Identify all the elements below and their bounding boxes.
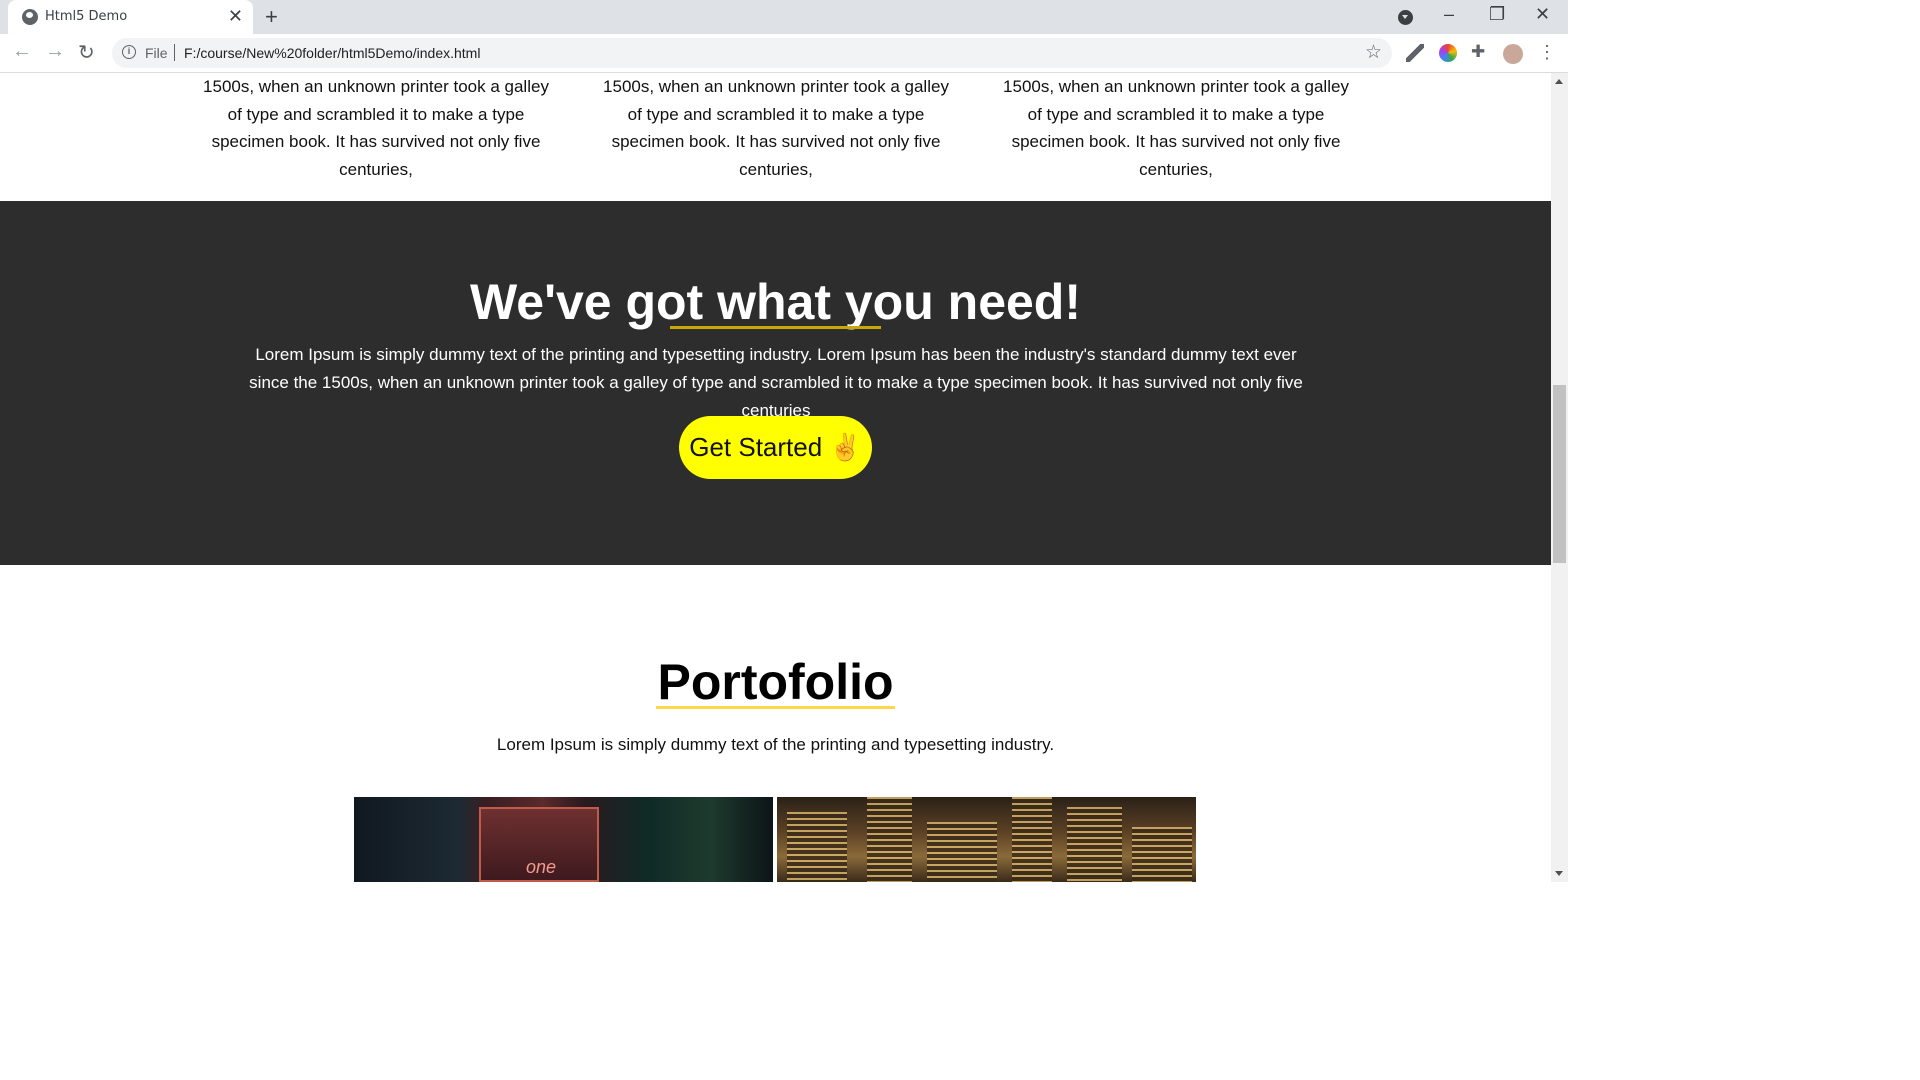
restore-icon[interactable]: ❐: [1489, 4, 1505, 25]
profile-avatar[interactable]: [1503, 44, 1523, 64]
portfolio-image-neon-street[interactable]: one: [354, 797, 773, 882]
cta-heading-underline: [670, 326, 881, 329]
scroll-up-arrow-icon[interactable]: [1555, 79, 1563, 84]
extensions-puzzle-icon[interactable]: ✚: [1471, 42, 1489, 61]
color-picker-extension-icon[interactable]: [1439, 44, 1457, 62]
tab-strip: Html5 Demo ✕ + – ❐ ✕: [0, 0, 1568, 34]
tab-title: Html5 Demo: [45, 9, 128, 24]
portfolio-heading-underline: [656, 706, 895, 709]
address-separator: [174, 44, 175, 61]
eyedropper-extension-icon[interactable]: [1406, 44, 1424, 62]
building: [867, 797, 912, 882]
browser-toolbar: ← → ↻ i File F:/course/New%20folder/html…: [0, 34, 1568, 73]
browser-menu-icon[interactable]: ⋮: [1538, 42, 1556, 62]
reload-icon[interactable]: ↻: [78, 40, 95, 65]
portfolio-image-city-night[interactable]: [777, 797, 1196, 882]
tab-search-icon[interactable]: [1398, 10, 1413, 25]
page-scrollbar[interactable]: [1551, 73, 1568, 882]
forward-icon[interactable]: →: [45, 40, 65, 63]
building: [1132, 827, 1192, 882]
globe-icon: [22, 9, 38, 25]
portfolio-subtitle: Lorem Ipsum is simply dummy text of the …: [496, 735, 1055, 754]
scroll-down-arrow-icon[interactable]: [1555, 871, 1563, 876]
feature-text-1: 1500s, when an unknown printer took a ga…: [203, 77, 549, 179]
cta-body: Lorem Ipsum is simply dummy text of the …: [249, 345, 1303, 420]
new-tab-icon[interactable]: +: [265, 4, 278, 30]
building: [787, 812, 847, 882]
scrollbar-thumb[interactable]: [1553, 385, 1566, 563]
portfolio-section: Portofolio Lorem Ipsum is simply dummy t…: [0, 565, 1551, 882]
building: [1067, 807, 1122, 882]
feature-text-3: 1500s, when an unknown printer took a ga…: [1003, 77, 1349, 179]
bookmark-star-icon[interactable]: ☆: [1365, 41, 1382, 64]
get-started-button[interactable]: Get Started ✌: [679, 416, 872, 479]
page-viewport: 1500s, when an unknown printer took a ga…: [0, 73, 1551, 882]
cta-heading: We've got what you need!: [469, 274, 1082, 330]
back-icon[interactable]: ←: [12, 40, 32, 63]
info-icon[interactable]: i: [122, 45, 136, 59]
portfolio-heading: Portofolio: [657, 654, 894, 710]
feature-text-2: 1500s, when an unknown printer took a ga…: [603, 77, 949, 179]
building: [927, 822, 997, 882]
building: [1012, 797, 1052, 882]
neon-sign-text: one: [526, 857, 557, 877]
active-tab[interactable]: Html5 Demo ✕: [8, 0, 253, 34]
window-close-icon[interactable]: ✕: [1535, 4, 1550, 25]
neon-sign: one: [479, 807, 599, 882]
features-section: 1500s, when an unknown printer took a ga…: [0, 73, 1551, 201]
tab-close-icon[interactable]: ✕: [228, 7, 243, 25]
address-url[interactable]: F:/course/New%20folder/html5Demo/index.h…: [184, 45, 480, 61]
minimize-icon[interactable]: –: [1444, 4, 1454, 25]
cta-section: We've got what you need! Lorem Ipsum is …: [0, 201, 1551, 565]
address-scheme: File: [145, 45, 168, 61]
address-bar[interactable]: i File F:/course/New%20folder/html5Demo/…: [112, 38, 1392, 68]
